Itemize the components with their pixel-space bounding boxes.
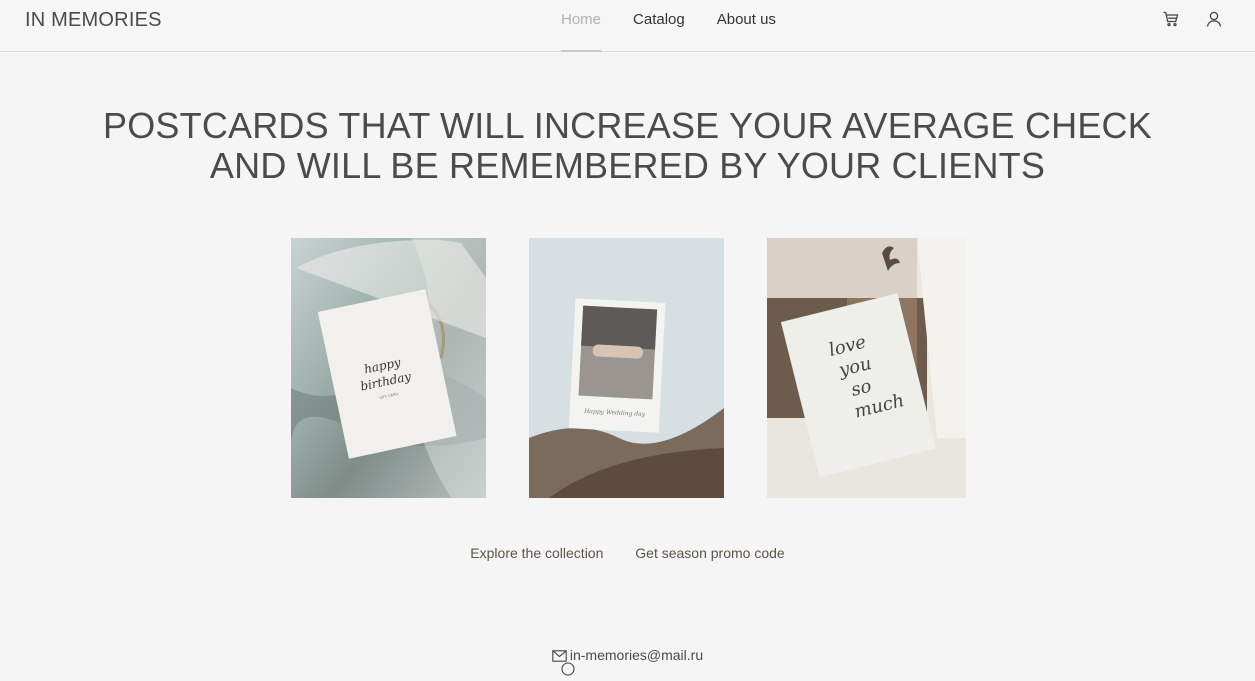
postcard-love-image[interactable]: love you so much xyxy=(767,238,966,498)
main-nav: Home Catalog About us xyxy=(561,0,776,52)
footer-contact: in-memories@mail.ru xyxy=(0,647,1255,665)
cart-icon[interactable] xyxy=(1162,10,1182,30)
postcard-gallery: happy birthday GIFT CARD Happy Wedding d… xyxy=(0,238,1255,499)
nav-item-catalog[interactable]: Catalog xyxy=(633,0,685,51)
nav-item-home[interactable]: Home xyxy=(561,0,602,52)
phone-icon xyxy=(561,662,575,676)
explore-collection-link[interactable]: Explore the collection xyxy=(470,545,603,561)
site-header: IN MEMORIES Home Catalog About us xyxy=(0,0,1255,52)
hero-actions: Explore the collection Get season promo … xyxy=(0,545,1255,561)
hero-title-line-1: POSTCARDS THAT WILL INCREASE YOUR AVERAG… xyxy=(103,105,1152,146)
user-icon[interactable] xyxy=(1205,10,1225,30)
hero-title: POSTCARDS THAT WILL INCREASE YOUR AVERAG… xyxy=(0,106,1255,186)
postcard-birthday-image[interactable]: happy birthday GIFT CARD xyxy=(291,238,486,498)
site-logo[interactable]: IN MEMORIES xyxy=(25,9,162,32)
footer-email-link[interactable]: in-memories@mail.ru xyxy=(570,647,703,663)
promo-code-link[interactable]: Get season promo code xyxy=(635,545,784,561)
postcard-wedding-image[interactable]: Happy Wedding day xyxy=(529,238,724,498)
hero-title-line-2: AND WILL BE REMEMBERED BY YOUR CLIENTS xyxy=(209,145,1046,186)
nav-item-about[interactable]: About us xyxy=(717,0,776,51)
